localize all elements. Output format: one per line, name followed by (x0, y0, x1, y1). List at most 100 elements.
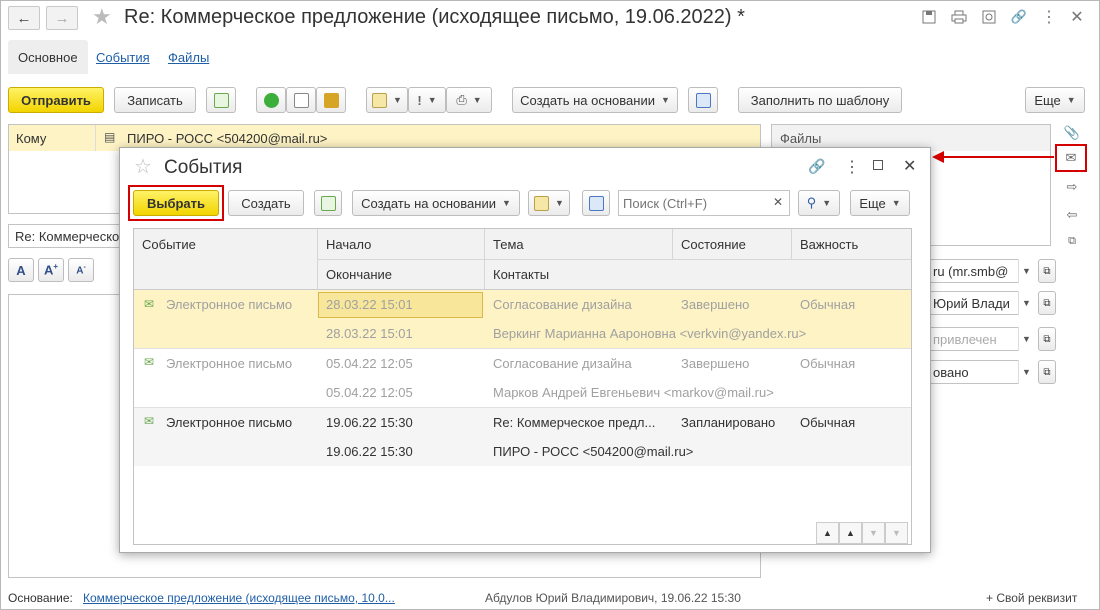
hierarchy-icon (695, 92, 711, 108)
clear-search-icon[interactable]: ✕ (773, 195, 783, 209)
row-state: Запланировано (681, 415, 776, 430)
scroll-controls: ▲ ▲ ▼ ▼ (816, 522, 911, 544)
font-decrease-icon: A- (76, 263, 86, 277)
to-value: ПИРО - РОСС <504200@mail.ru> (127, 131, 328, 146)
tab-files[interactable]: Файлы (158, 40, 219, 74)
select-button[interactable]: Выбрать (133, 190, 219, 216)
row-start: 05.04.22 12:05 (326, 356, 413, 371)
calendar-clock-icon (372, 92, 388, 108)
address-book-button[interactable] (316, 87, 346, 113)
copy-button[interactable] (206, 87, 236, 113)
row-topic: Согласование дизайна (493, 356, 632, 371)
save-icon[interactable] (918, 6, 940, 28)
paperclip-icon[interactable]: 📎 (1061, 122, 1083, 144)
more-dropdown[interactable]: Еще ▼ (850, 190, 910, 216)
send-button[interactable]: Отправить (8, 87, 104, 113)
col-end[interactable]: Окончание (318, 259, 484, 289)
col-topic[interactable]: Тема (485, 229, 672, 259)
sender-open-button[interactable]: ⧉ (1038, 259, 1056, 283)
email-planned-icon: ✉ (144, 414, 155, 428)
basis-link[interactable]: Коммерческое предложение (исходящее пись… (83, 591, 395, 605)
print-dropdown[interactable]: ⎙ ▼ (446, 87, 492, 113)
col-contacts[interactable]: Контакты (485, 259, 672, 289)
link-icon[interactable]: 🔗 (808, 158, 825, 175)
add-button[interactable] (256, 87, 286, 113)
reminder-dropdown[interactable]: ▼ (366, 87, 408, 113)
preview-icon[interactable] (978, 6, 1000, 28)
search-box: ✕ (618, 190, 790, 216)
scroll-top-icon[interactable]: ▲ (816, 522, 839, 544)
row-state: Завершено (681, 297, 750, 312)
search-dropdown[interactable]: ⚲ ▼ (798, 190, 840, 216)
font-increase-button[interactable]: A+ (38, 258, 64, 282)
row-event: Электронное письмо (166, 297, 293, 312)
col-event[interactable]: Событие (134, 229, 317, 259)
row-contacts: ПИРО - РОСС <504200@mail.ru> (493, 444, 694, 459)
create-button[interactable]: Создать (228, 190, 304, 216)
col-importance[interactable]: Важность (792, 229, 911, 259)
attach-email-icon[interactable]: ✉ (1060, 147, 1082, 169)
window-title: Re: Коммерческое предложение (исходящее … (124, 6, 745, 28)
column-divider (95, 125, 96, 151)
responsible-open-button[interactable]: ⧉ (1038, 291, 1056, 315)
search-input[interactable] (621, 192, 766, 214)
responsible-dropdown-icon[interactable]: ▼ (1018, 291, 1034, 315)
tab-main[interactable]: Основное (8, 40, 88, 74)
import-file-icon[interactable]: ⇦ (1061, 204, 1083, 226)
close-window-icon[interactable]: ✕ (1066, 6, 1088, 28)
copy-icon (320, 195, 336, 211)
importance-dropdown[interactable]: ! ▼ (408, 87, 446, 113)
email-sent-icon: ✉ (144, 297, 155, 311)
font-increase-icon: A+ (43, 262, 59, 278)
col-start[interactable]: Начало (318, 229, 484, 259)
link-icon[interactable]: 🔗 (1008, 6, 1030, 28)
email-sent-icon: ✉ (144, 355, 155, 369)
font-normal-button[interactable]: A (8, 258, 34, 282)
font-decrease-button[interactable]: A- (68, 258, 94, 282)
copy-button[interactable] (314, 190, 342, 216)
create-based-on-dropdown[interactable]: Создать на основании ▼ (352, 190, 520, 216)
row-start: 28.03.22 15:01 (326, 297, 413, 312)
font-a-icon: A (16, 262, 26, 278)
create-based-on-dropdown[interactable]: Создать на основании ▼ (512, 87, 678, 113)
row-state: Завершено (681, 356, 750, 371)
maximize-icon[interactable] (873, 160, 883, 170)
more-menu-icon[interactable]: ⋮ (1038, 6, 1060, 28)
save-button[interactable]: Записать (114, 87, 196, 113)
close-dialog-icon[interactable]: ✕ (903, 156, 916, 176)
structure-button[interactable] (582, 190, 610, 216)
more-dropdown[interactable]: Еще ▼ (1025, 87, 1085, 113)
print-icon[interactable] (948, 6, 970, 28)
status-dropdown-icon[interactable]: ▼ (1018, 360, 1034, 384)
attraction-dropdown-icon[interactable]: ▼ (1018, 327, 1034, 351)
export-file-icon[interactable]: ⇨ (1061, 176, 1083, 198)
structure-button[interactable] (688, 87, 718, 113)
row-start: 19.06.22 15:30 (326, 415, 413, 430)
files-label: Файлы (780, 131, 822, 146)
tab-events[interactable]: События (86, 40, 160, 74)
exclamation-icon: ! (417, 92, 422, 108)
forward-button[interactable]: → (46, 6, 78, 30)
fill-by-template-button[interactable]: Заполнить по шаблону (738, 87, 902, 113)
address-book-icon: ▤ (104, 130, 116, 144)
address-book-icon (323, 92, 339, 108)
reminder-dropdown[interactable]: ▼ (528, 190, 570, 216)
more-menu-icon[interactable]: ⋮ (844, 157, 860, 177)
status-open-button[interactable]: ⧉ (1038, 360, 1056, 384)
open-window-icon[interactable]: ⧉ (1061, 230, 1083, 252)
sender-dropdown-icon[interactable]: ▼ (1018, 259, 1034, 283)
subject-input[interactable]: Re: Коммерческое (8, 224, 120, 248)
author-info: Абдулов Юрий Владимирович, 19.06.22 15:3… (485, 591, 741, 605)
attraction-open-button[interactable]: ⧉ (1038, 327, 1056, 351)
favorite-star-icon[interactable]: ★ (92, 4, 112, 30)
favorite-star-icon[interactable]: ☆ (134, 154, 152, 179)
scroll-down-icon[interactable]: ▼ (862, 522, 885, 544)
back-button[interactable]: ← (8, 6, 40, 30)
events-dialog: ☆ События 🔗 ⋮ ✕ Выбрать Создать Создать … (119, 147, 931, 553)
scroll-bottom-icon[interactable]: ▼ (885, 522, 908, 544)
row-topic: Согласование дизайна (493, 297, 632, 312)
add-from-template-button[interactable] (286, 87, 316, 113)
scroll-up-icon[interactable]: ▲ (839, 522, 862, 544)
col-state[interactable]: Состояние (673, 229, 791, 259)
own-attribute-button[interactable]: + Свой реквизит (986, 591, 1077, 605)
